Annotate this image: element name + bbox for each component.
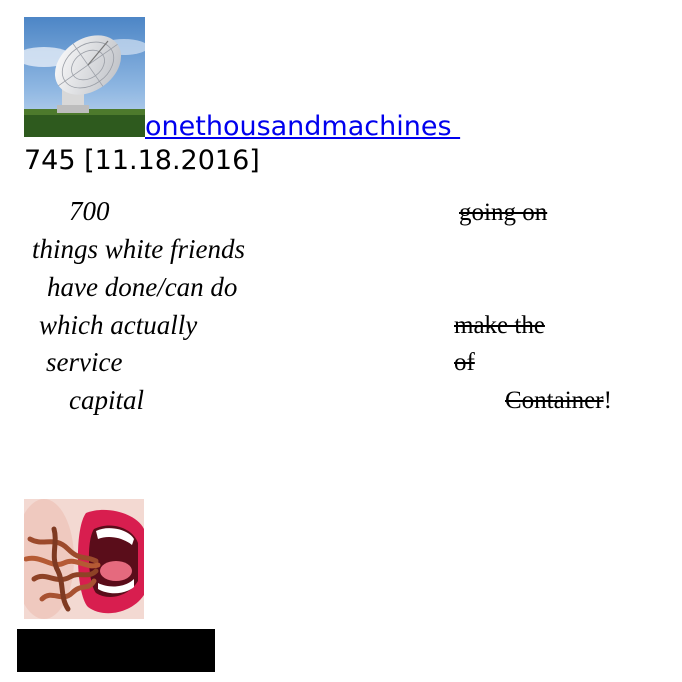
poem-line: have done/can do <box>47 272 238 302</box>
exclamation-mark: ! <box>603 387 612 414</box>
mouth-worms-image <box>24 499 144 619</box>
struck-text: of <box>454 349 475 376</box>
poem-line: service <box>46 347 123 377</box>
struck-text: make the <box>454 312 545 339</box>
poem-line: capital <box>69 385 144 415</box>
poem-line: things white friends <box>32 234 246 264</box>
redaction-bar <box>17 629 215 672</box>
poem-line: 700 <box>69 196 110 226</box>
username-link[interactable]: onethousandmachines <box>145 111 460 143</box>
struck-text: Container <box>505 387 604 414</box>
mouth-worms-avatar[interactable] <box>24 499 144 619</box>
poem-line: which actually <box>39 310 198 340</box>
struck-line-with-tail: Container! <box>505 386 612 416</box>
radio-telescope-image <box>24 17 145 137</box>
post-number-date: 745 [11.18.2016] <box>24 145 260 176</box>
struck-text: going on <box>459 199 548 226</box>
radio-telescope-avatar[interactable] <box>24 17 145 137</box>
